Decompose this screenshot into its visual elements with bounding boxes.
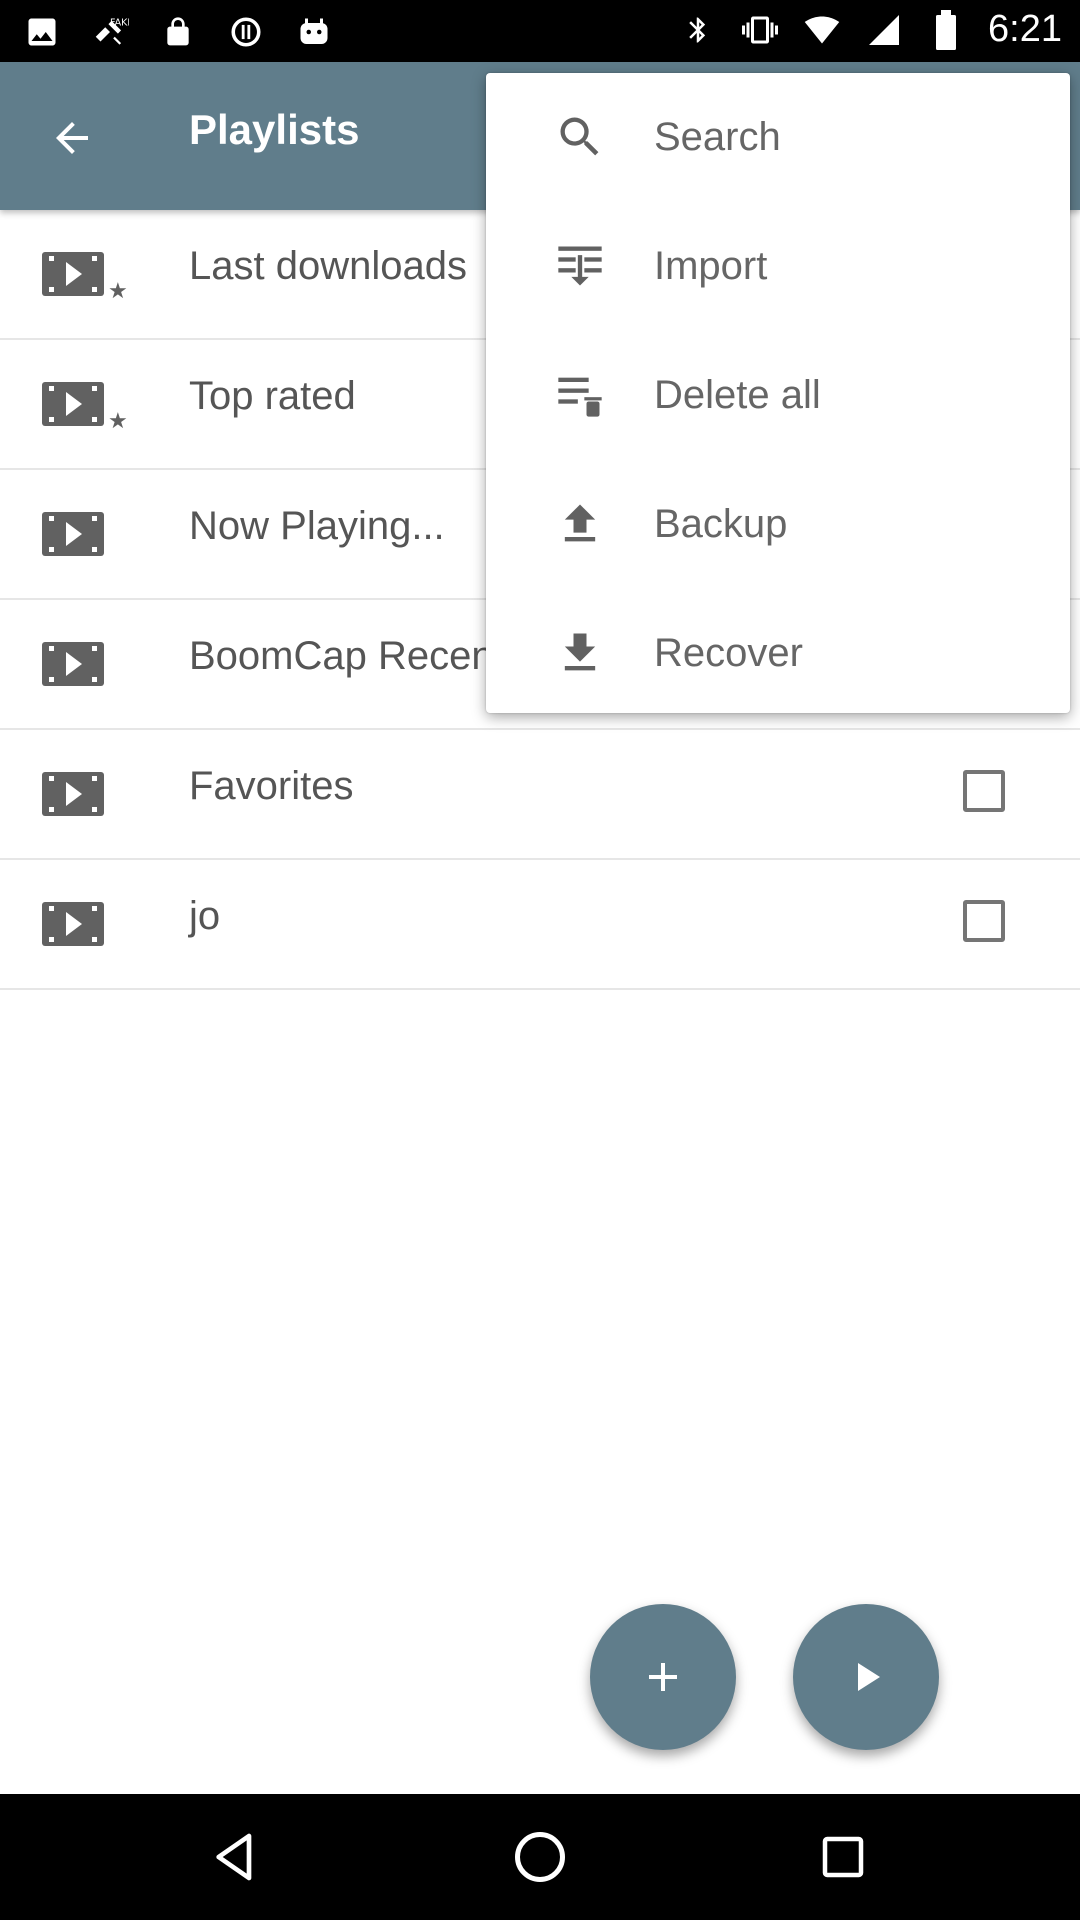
- triangle-back-icon: [216, 1833, 252, 1881]
- download-icon: [554, 627, 606, 679]
- play-button[interactable]: [793, 1604, 939, 1750]
- delete-all-icon: [554, 369, 606, 421]
- import-icon: [554, 240, 606, 292]
- nav-recents-button[interactable]: [808, 1822, 878, 1892]
- android-icon: [294, 12, 334, 52]
- navigation-bar: [0, 1794, 1080, 1920]
- clock: 6:21: [988, 8, 1062, 50]
- lock-icon: [158, 12, 198, 52]
- menu-item-delete-all[interactable]: Delete all: [486, 331, 1070, 460]
- overflow-menu: Search Import Delete all Backup Recover: [486, 73, 1070, 713]
- search-icon: [554, 111, 606, 163]
- menu-item-search[interactable]: Search: [486, 73, 1070, 202]
- video-star-icon: [42, 382, 104, 426]
- video-icon: [42, 772, 104, 816]
- playlist-row-jo[interactable]: jo: [0, 860, 1080, 990]
- video-icon: [42, 642, 104, 686]
- arrow-back-icon: [56, 122, 88, 154]
- playlist-label: Favorites: [189, 764, 354, 808]
- favorites-checkbox[interactable]: [963, 770, 1005, 812]
- fake-gps-icon: FAKE: [90, 12, 130, 52]
- bluetooth-icon: [678, 10, 718, 50]
- video-icon: [42, 902, 104, 946]
- jo-checkbox[interactable]: [963, 900, 1005, 942]
- nav-home-button[interactable]: [505, 1822, 575, 1892]
- add-playlist-button[interactable]: [590, 1604, 736, 1750]
- menu-item-label: Delete all: [654, 373, 821, 417]
- status-bar: FAKE 6:21: [0, 0, 1080, 62]
- playlist-label: Last downloads: [189, 244, 467, 288]
- page-title: Playlists: [189, 106, 360, 153]
- menu-item-label: Recover: [654, 631, 803, 675]
- square-recents-icon: [822, 1836, 864, 1878]
- circle-home-icon: [515, 1832, 565, 1882]
- menu-item-backup[interactable]: Backup: [486, 460, 1070, 589]
- sync-icon: [226, 12, 266, 52]
- svg-text:FAKE: FAKE: [110, 18, 129, 29]
- battery-icon: [926, 9, 966, 50]
- back-button[interactable]: [40, 106, 104, 170]
- video-icon: [42, 512, 104, 556]
- menu-item-recover[interactable]: Recover: [486, 589, 1070, 718]
- upload-icon: [554, 498, 606, 550]
- star-icon: ★: [108, 278, 128, 303]
- wifi-icon: [802, 10, 842, 50]
- menu-item-label: Search: [654, 115, 781, 159]
- playlist-label: Now Playing...: [189, 504, 445, 548]
- playlist-label: jo: [189, 894, 221, 938]
- video-star-icon: [42, 252, 104, 296]
- playlist-row-favorites[interactable]: Favorites: [0, 730, 1080, 860]
- star-icon: ★: [108, 408, 128, 433]
- plus-icon: [649, 1663, 677, 1691]
- play-icon: [858, 1663, 880, 1691]
- picture-icon: [22, 12, 62, 52]
- playlist-label: BoomCap Recen: [189, 634, 494, 678]
- vibrate-icon: [740, 10, 780, 50]
- menu-item-label: Import: [654, 244, 768, 288]
- menu-item-label: Backup: [654, 502, 788, 546]
- menu-item-import[interactable]: Import: [486, 202, 1070, 331]
- nav-back-button[interactable]: [200, 1822, 270, 1892]
- playlist-label: Top rated: [189, 374, 356, 418]
- signal-icon: [864, 10, 904, 50]
